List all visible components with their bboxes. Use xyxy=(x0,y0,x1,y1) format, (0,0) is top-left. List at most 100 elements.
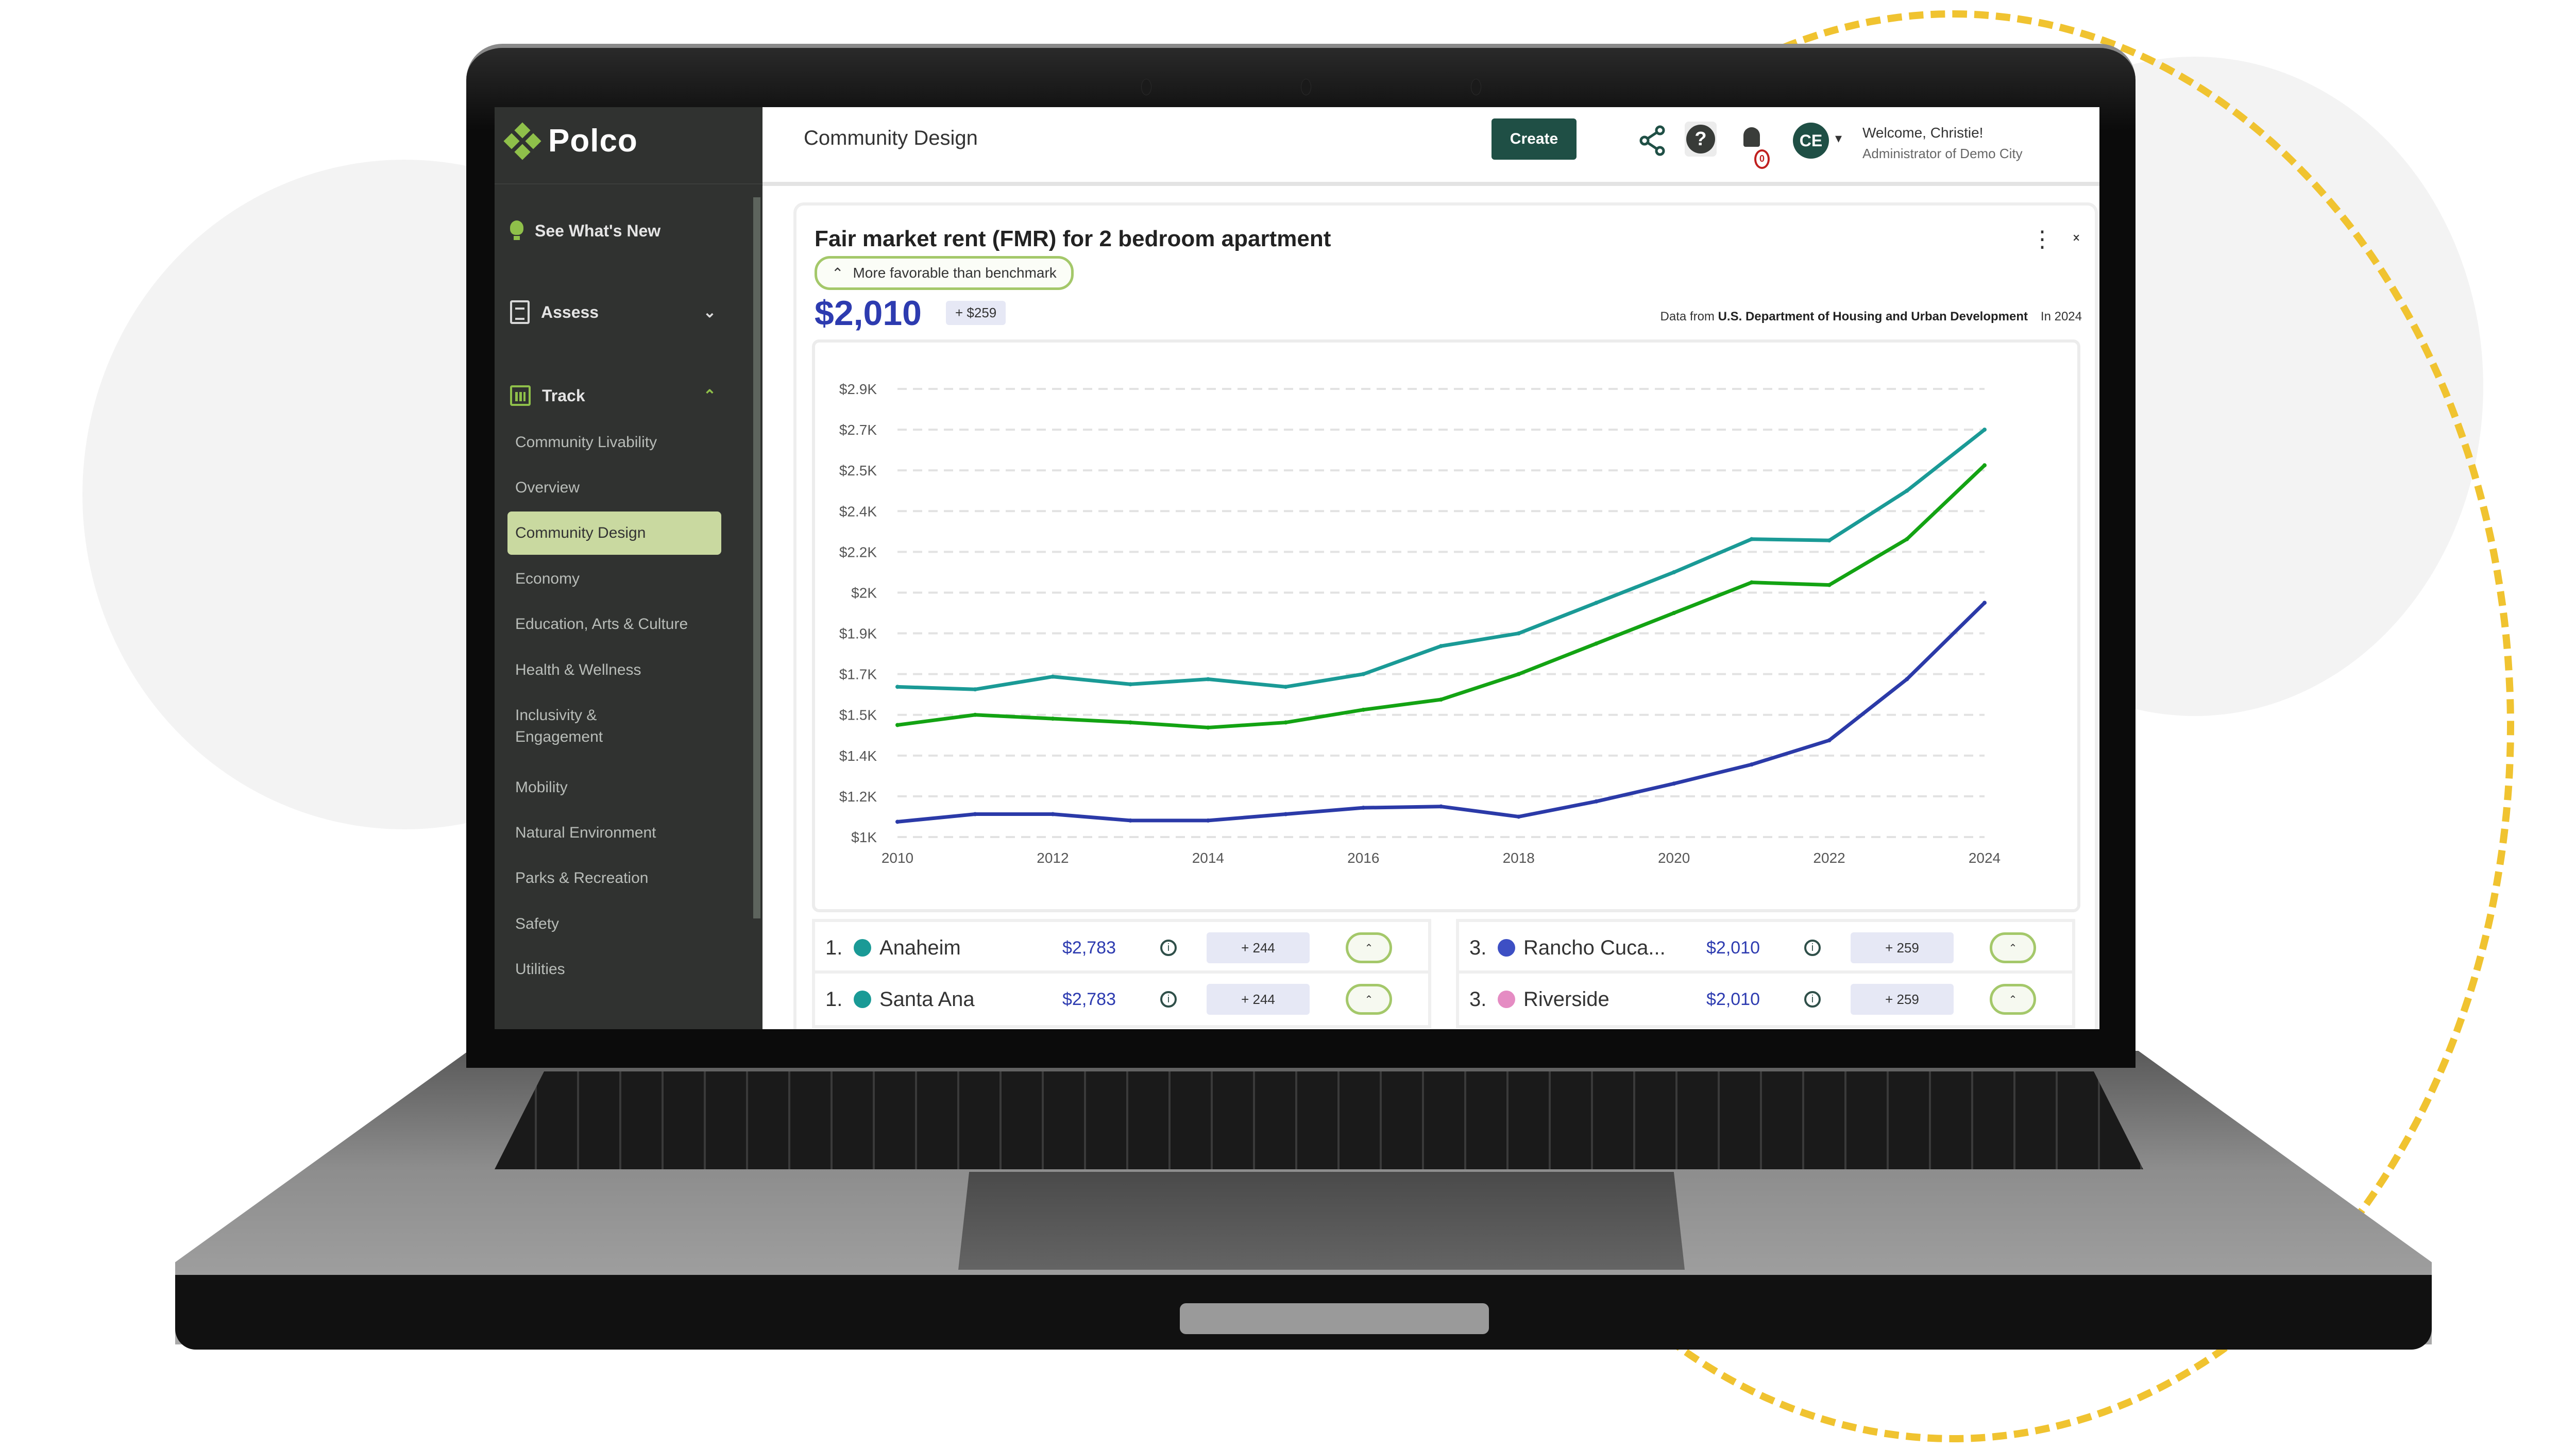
data-point[interactable] xyxy=(1361,806,1366,810)
ranking-row[interactable]: 1. Anaheim $2,783 i + 244 ⌃ xyxy=(812,919,1431,977)
data-point[interactable] xyxy=(1749,580,1754,585)
sidebar-subitem-economy[interactable]: Economy xyxy=(515,568,732,590)
community-delta: + 244 xyxy=(1207,984,1310,1015)
data-point[interactable] xyxy=(1827,538,1832,543)
data-point[interactable] xyxy=(1827,583,1832,587)
data-point[interactable] xyxy=(1361,672,1366,676)
share-icon[interactable] xyxy=(1638,125,1667,156)
community-name: Anaheim xyxy=(879,936,961,959)
data-point[interactable] xyxy=(1516,672,1521,676)
notification-bell-icon[interactable] xyxy=(1741,125,1762,151)
sidebar-subitem-community-livability[interactable]: Community Livability xyxy=(515,432,732,453)
data-point[interactable] xyxy=(1050,812,1055,816)
series-line-1[interactable] xyxy=(897,464,1986,729)
sidebar-item-assess[interactable]: Assess ⌄ xyxy=(510,300,747,324)
help-button[interactable]: ? xyxy=(1685,122,1717,157)
series-line-0[interactable] xyxy=(897,428,1986,691)
more-options-icon[interactable]: ⋮ xyxy=(2031,226,2054,252)
data-point[interactable] xyxy=(1361,707,1366,712)
data-point[interactable] xyxy=(1050,674,1055,679)
data-point[interactable] xyxy=(1594,641,1599,646)
laptop-lid: Polco See What's New Assess ⌄ Track ⌃ Co… xyxy=(466,44,2136,1068)
data-point[interactable] xyxy=(1439,804,1443,809)
sidebar-subitem-natural-environment[interactable]: Natural Environment xyxy=(515,822,732,844)
sidebar-subitem-parks[interactable]: Parks & Recreation xyxy=(515,867,732,889)
data-point[interactable] xyxy=(1050,717,1055,721)
sidebar-subitem-utilities[interactable]: Utilities xyxy=(515,959,732,980)
data-point[interactable] xyxy=(1905,537,1909,541)
chevron-up-icon: ⌃ xyxy=(832,265,844,281)
x-tick-label: 2012 xyxy=(1037,850,1069,866)
data-point[interactable] xyxy=(895,685,900,689)
caret-down-icon[interactable]: ▾ xyxy=(1835,130,1842,146)
data-point[interactable] xyxy=(1128,682,1133,687)
data-point[interactable] xyxy=(973,812,977,816)
data-point[interactable] xyxy=(1283,685,1288,689)
data-point[interactable] xyxy=(1749,762,1754,767)
info-icon[interactable]: i xyxy=(1160,940,1177,956)
sidebar-subitem-overview[interactable]: Overview xyxy=(515,477,732,499)
sidebar: Polco See What's New Assess ⌄ Track ⌃ Co… xyxy=(495,107,762,1029)
data-point[interactable] xyxy=(1905,488,1909,493)
data-point[interactable] xyxy=(1905,677,1909,681)
data-point[interactable] xyxy=(895,820,900,824)
sidebar-item-label: Assess xyxy=(541,302,599,321)
ranking-row[interactable]: 3. Riverside $2,010 i + 259 ⌃ xyxy=(1456,970,2075,1028)
sidebar-subitem-mobility[interactable]: Mobility xyxy=(515,777,732,798)
data-point[interactable] xyxy=(1672,611,1676,615)
data-point[interactable] xyxy=(1206,677,1210,681)
data-point[interactable] xyxy=(1283,812,1288,816)
data-point[interactable] xyxy=(1516,631,1521,636)
expand-button[interactable]: ⌃ xyxy=(1990,932,2036,963)
data-point[interactable] xyxy=(1982,463,1987,468)
collapse-icon[interactable]: ⌄ ⌃ xyxy=(2071,227,2082,249)
create-button[interactable]: Create xyxy=(1492,118,1577,160)
data-point[interactable] xyxy=(1206,818,1210,823)
data-point[interactable] xyxy=(1982,428,1987,432)
sidebar-item-track[interactable]: Track ⌃ xyxy=(510,385,747,406)
sidebar-scrollbar[interactable] xyxy=(753,197,760,918)
ranking-row[interactable]: 1. Santa Ana $2,783 i + 244 ⌃ xyxy=(812,970,1431,1028)
ranking-row[interactable]: 3. Rancho Cuca... $2,010 i + 259 ⌃ xyxy=(1456,919,2075,977)
data-point[interactable] xyxy=(1439,697,1443,702)
data-point[interactable] xyxy=(1594,601,1599,605)
data-point[interactable] xyxy=(1283,720,1288,725)
sidebar-subitem-community-design[interactable]: Community Design xyxy=(507,512,721,555)
community-delta: + 259 xyxy=(1851,984,1954,1015)
data-point[interactable] xyxy=(1827,738,1832,743)
info-icon[interactable]: i xyxy=(1804,991,1821,1008)
sidebar-subitem-education[interactable]: Education, Arts & Culture xyxy=(515,613,732,635)
series-line-2[interactable] xyxy=(897,601,1986,824)
data-point[interactable] xyxy=(1439,644,1443,649)
data-point[interactable] xyxy=(1672,570,1676,574)
data-point[interactable] xyxy=(1516,814,1521,819)
data-point[interactable] xyxy=(1672,781,1676,786)
welcome-text: Welcome, Christie! xyxy=(1862,125,1984,141)
community-delta: + 244 xyxy=(1207,932,1310,963)
data-point[interactable] xyxy=(1128,720,1133,725)
data-point[interactable] xyxy=(1749,537,1754,541)
user-role: Administrator of Demo City xyxy=(1862,146,2023,161)
sidebar-item-whats-new[interactable]: See What's New xyxy=(510,220,660,241)
expand-button[interactable]: ⌃ xyxy=(1346,984,1392,1015)
benchmark-label: More favorable than benchmark xyxy=(853,265,1057,281)
y-tick-label: $2.9K xyxy=(839,381,877,397)
data-point[interactable] xyxy=(973,712,977,717)
expand-button[interactable]: ⌃ xyxy=(1346,932,1392,963)
sidebar-subitem-inclusivity[interactable]: Inclusivity & Engagement xyxy=(515,705,629,748)
laptop-trackpad xyxy=(958,1172,1685,1270)
data-point[interactable] xyxy=(973,687,977,692)
data-point[interactable] xyxy=(1128,818,1133,823)
info-icon[interactable]: i xyxy=(1804,940,1821,956)
data-point[interactable] xyxy=(1594,799,1599,804)
sidebar-subitem-health[interactable]: Health & Wellness xyxy=(515,659,732,681)
user-avatar[interactable]: CE xyxy=(1793,123,1829,159)
polco-logo[interactable]: Polco xyxy=(503,122,638,160)
metric-value: $2,010 xyxy=(815,294,922,333)
sidebar-subitem-safety[interactable]: Safety xyxy=(515,913,732,935)
info-icon[interactable]: i xyxy=(1160,991,1177,1008)
data-point[interactable] xyxy=(1206,725,1210,730)
data-point[interactable] xyxy=(1982,601,1987,605)
data-point[interactable] xyxy=(895,723,900,727)
expand-button[interactable]: ⌃ xyxy=(1990,984,2036,1015)
